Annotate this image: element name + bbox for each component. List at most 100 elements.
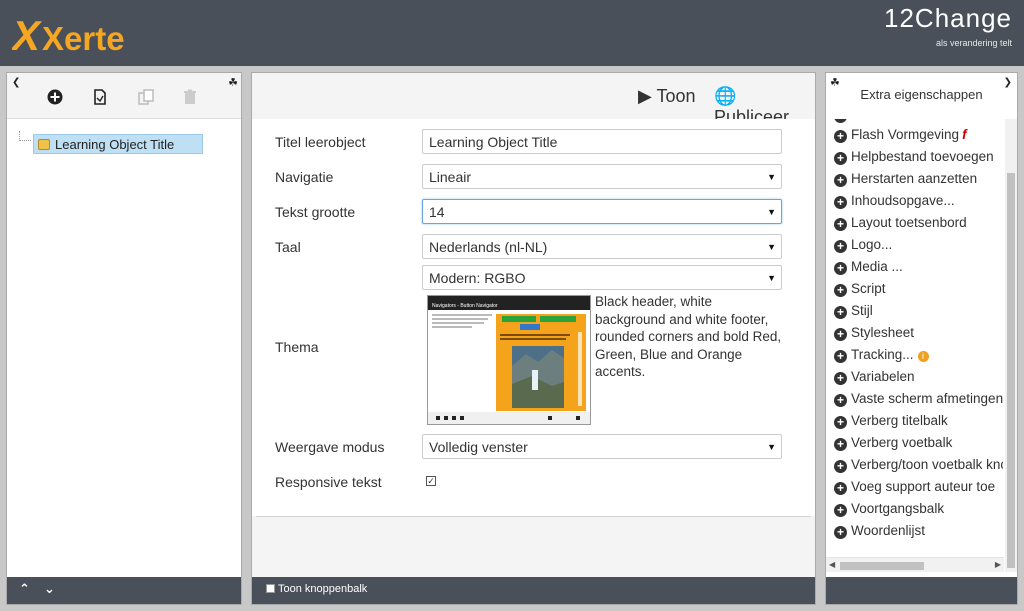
vertical-scroll-thumb[interactable] [1007, 173, 1015, 568]
info-icon[interactable]: i [917, 351, 929, 362]
list-item[interactable]: + Herstarten aanzetten [834, 171, 977, 187]
list-item[interactable]: + Vaste scherm afmetingen [834, 391, 1003, 407]
extra-properties-footer [826, 577, 1017, 604]
display-mode-value: Volledig venster [429, 439, 528, 455]
item-label: Herstarten aanzetten [851, 171, 978, 186]
vertical-scrollbar[interactable] [1005, 119, 1017, 572]
add-icon: + [834, 350, 847, 363]
list-item[interactable]: + Flash Vormgeving f [834, 127, 967, 143]
item-label: Layout toetsenbord [851, 215, 967, 230]
list-item[interactable]: + Media ... [834, 259, 903, 275]
delete-icon[interactable] [181, 88, 199, 106]
list-item[interactable]: + Stylesheet [834, 325, 914, 341]
extra-properties-panel: ☘ ❯ Extra eigenschappen + + Flash Vormgev… [825, 72, 1018, 605]
horizontal-scroll-thumb[interactable] [840, 562, 924, 570]
scroll-left-icon[interactable]: ◀ [829, 560, 835, 569]
item-label: Voortgangsbalk [851, 501, 945, 516]
item-label: Verberg voetbalk [851, 435, 953, 450]
theme-preview-title: Navigators - Button Navigator [432, 303, 498, 309]
theme-label: Thema [275, 339, 319, 355]
show-buttonbar-label: Toon knoppenbalk [278, 583, 368, 595]
properties-form: Titel leerobject Learning Object Title N… [252, 119, 815, 516]
list-item[interactable]: + Verberg voetbalk [834, 435, 952, 451]
list-item[interactable]: + [834, 119, 851, 123]
list-item[interactable]: + Stijl [834, 303, 873, 319]
list-item[interactable]: + Variabelen [834, 369, 915, 385]
xerte-logo: X Xerte [12, 12, 125, 59]
add-icon: + [834, 196, 847, 209]
preview-label: Toon [656, 86, 696, 106]
tree-node-root[interactable]: Learning Object Title [33, 134, 203, 154]
navigation-label: Navigatie [275, 169, 334, 185]
play-icon: ▶ [638, 86, 652, 106]
list-item[interactable]: + Inhoudsopgave... [834, 193, 955, 209]
textsize-value: 14 [429, 204, 445, 220]
new-page-icon[interactable] [91, 88, 109, 106]
duplicate-icon[interactable] [137, 88, 155, 106]
chevron-down-icon[interactable]: ⌄ [44, 581, 55, 597]
properties-panel: ▶ Toon 🌐 Publiceer Titel leerobject Lear… [251, 72, 816, 605]
textsize-select[interactable]: 14 ▼ [422, 199, 782, 224]
extra-properties-list: + + Flash Vormgevingf + Helpbestand toevoe… [826, 119, 1003, 569]
globe-icon: 🌐 [714, 86, 737, 106]
list-item[interactable]: + Script [834, 281, 886, 297]
title-label: Titel leerobject [275, 134, 366, 150]
add-icon: + [834, 372, 847, 385]
item-label: Vaste scherm afmetingen [851, 391, 1003, 406]
add-icon: + [834, 262, 847, 275]
theme-select[interactable]: Modern: RGBO ▼ [422, 265, 782, 290]
add-icon[interactable] [46, 88, 64, 106]
add-icon: + [834, 482, 847, 495]
item-label: Stylesheet [851, 325, 915, 340]
language-select[interactable]: Nederlands (nl-NL) ▼ [422, 234, 782, 259]
title-input[interactable]: Learning Object Title [422, 129, 782, 154]
add-icon: + [834, 240, 847, 253]
navigation-value: Lineair [429, 169, 472, 185]
learning-object-icon [38, 139, 50, 150]
add-icon: + [834, 416, 847, 429]
horizontal-scrollbar[interactable]: ◀ ▶ [826, 557, 1004, 572]
item-label: Voeg support auteur toe [851, 479, 996, 494]
app-header: X Xerte 12Change als verandering telt [0, 0, 1024, 66]
list-item[interactable]: + Voeg support auteur toe [834, 479, 995, 495]
item-label: Woordenlijst [851, 523, 926, 538]
add-icon: + [834, 152, 847, 165]
display-mode-select[interactable]: Volledig venster ▼ [422, 434, 782, 459]
list-item[interactable]: + Voortgangsbalk [834, 501, 944, 517]
add-icon: + [834, 284, 847, 297]
preview-button[interactable]: ▶ Toon [638, 86, 696, 107]
add-icon: + [834, 119, 847, 123]
list-item[interactable]: + Layout toetsenbord [834, 215, 967, 231]
list-item[interactable]: + Logo... [834, 237, 892, 253]
add-icon: + [834, 328, 847, 341]
add-icon: + [834, 130, 847, 143]
item-label: Verberg/toon voetbalk knoppen [851, 457, 1003, 472]
item-label: Helpbestand toevoegen [851, 149, 994, 164]
list-item[interactable]: + Verberg titelbalk [834, 413, 948, 429]
properties-toolbar: ▶ Toon 🌐 Publiceer [252, 73, 815, 127]
item-label: Logo... [851, 237, 893, 252]
caret-down-icon: ▼ [767, 273, 776, 283]
language-value: Nederlands (nl-NL) [429, 239, 548, 255]
list-item[interactable]: + Woordenlijst [834, 523, 925, 539]
chevron-up-icon[interactable]: ⌃ [19, 581, 30, 597]
theme-description: Black header, white background and white… [595, 294, 782, 379]
list-item[interactable]: + Tracking... i [834, 347, 929, 363]
scroll-right-icon[interactable]: ▶ [995, 560, 1001, 569]
caret-down-icon: ▼ [767, 207, 776, 217]
item-label: Tracking... [851, 347, 914, 362]
show-buttonbar-checkbox[interactable] [266, 584, 275, 593]
item-label: Verberg titelbalk [851, 413, 948, 428]
item-label: Inhoudsopgave... [851, 193, 955, 208]
pin-icon[interactable]: ☘ [228, 76, 238, 89]
brand: 12Change als verandering telt [884, 4, 1012, 48]
responsive-checkbox[interactable]: ✓ [426, 476, 436, 486]
navigation-select[interactable]: Lineair ▼ [422, 164, 782, 189]
structure-footer: ⌃ ⌄ [7, 577, 241, 604]
chevron-left-icon[interactable]: ❮ [12, 77, 20, 88]
list-item[interactable]: + Helpbestand toevoegen [834, 149, 994, 165]
add-icon: + [834, 504, 847, 517]
caret-down-icon: ▼ [767, 242, 776, 252]
structure-toolbar: ❮ ☘ [7, 73, 241, 119]
list-item[interactable]: + Verberg/toon voetbalk knoppen [834, 457, 1003, 473]
